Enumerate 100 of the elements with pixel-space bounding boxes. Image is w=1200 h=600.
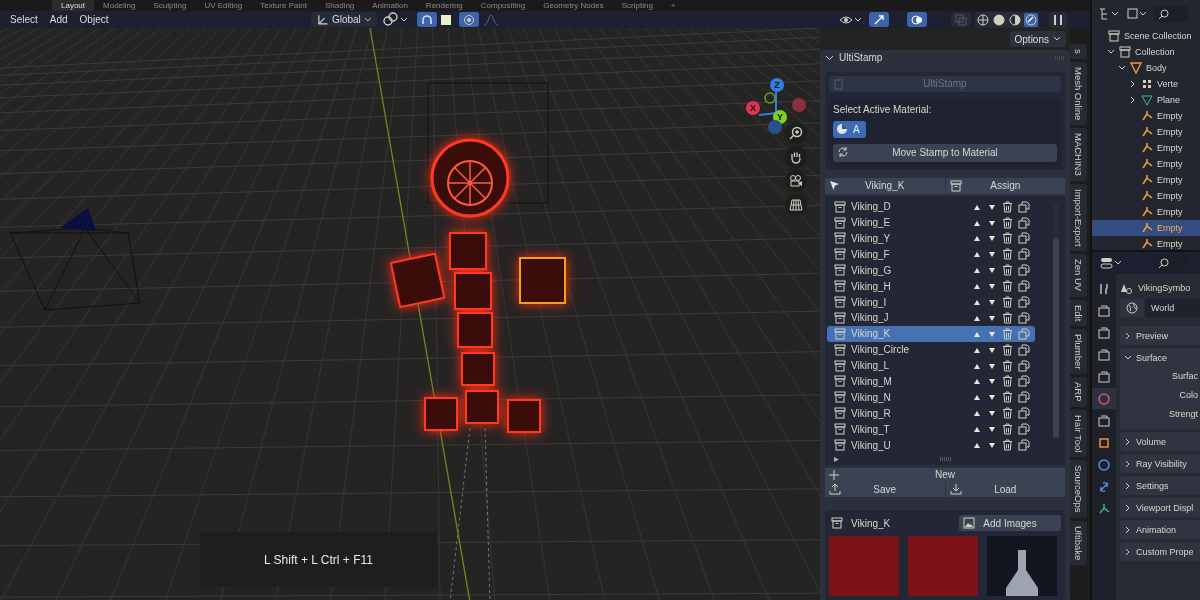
trash-icon[interactable] — [1002, 311, 1013, 324]
sidebar-tab[interactable]: ARP — [1070, 377, 1087, 407]
stamp-row[interactable]: Viking_E — [827, 214, 1035, 231]
duplicate-icon[interactable] — [1018, 216, 1030, 229]
trash-icon[interactable] — [1002, 423, 1013, 436]
drag-handle-icon[interactable] — [1055, 55, 1065, 60]
assign-button[interactable]: Assign — [945, 177, 1065, 194]
panel-header[interactable]: Viewport Displ — [1120, 498, 1200, 517]
duplicate-icon[interactable] — [1018, 343, 1030, 356]
sidebar-tab[interactable]: SourceOps — [1070, 460, 1087, 518]
world-browse-button[interactable] — [1120, 299, 1144, 317]
material-button[interactable]: A — [833, 120, 866, 138]
filter-icon[interactable] — [1126, 7, 1148, 21]
sidebar-tab[interactable]: s — [1070, 44, 1087, 59]
duplicate-icon[interactable] — [1018, 391, 1030, 404]
world-field[interactable]: World — [1145, 299, 1200, 317]
pan-button[interactable] — [785, 146, 807, 168]
panel-header[interactable]: Settings — [1120, 476, 1200, 495]
sidebar-tab[interactable]: Edit — [1070, 299, 1087, 326]
panel-header[interactable]: Animation — [1120, 520, 1200, 539]
outliner-row[interactable]: Empty — [1092, 140, 1200, 156]
new-stamp-button[interactable]: New — [825, 468, 1065, 481]
orientation-dropdown[interactable]: Global — [310, 12, 377, 27]
duplicate-icon[interactable] — [1018, 264, 1030, 277]
duplicate-icon[interactable] — [1018, 375, 1030, 388]
trash-icon[interactable] — [1002, 280, 1013, 293]
sidebar-tab[interactable]: Hair Tool — [1070, 409, 1087, 458]
pause-button[interactable] — [1048, 11, 1067, 28]
outliner-row[interactable]: Empty — [1092, 204, 1200, 220]
outliner-row[interactable]: Body — [1092, 60, 1200, 76]
duplicate-icon[interactable] — [1018, 232, 1030, 245]
trash-icon[interactable] — [1002, 296, 1013, 309]
stamp-row[interactable]: Viking_Y — [827, 230, 1035, 247]
outliner-row[interactable]: Collection — [1092, 44, 1200, 60]
sidebar-tab[interactable]: Ultibake — [1070, 520, 1087, 566]
workspace-tab[interactable]: UV Editing — [195, 0, 252, 11]
duplicate-icon[interactable] — [1018, 311, 1030, 324]
sidebar-tab[interactable]: Plumber — [1070, 329, 1087, 375]
proportional-toggle[interactable] — [458, 12, 479, 27]
properties-tab[interactable] — [1092, 388, 1116, 409]
resize-grip-icon[interactable] — [940, 457, 952, 461]
shading-mode-button[interactable] — [975, 12, 990, 27]
trash-icon[interactable] — [1002, 359, 1013, 372]
display-mode-icon[interactable] — [1098, 7, 1120, 21]
trash-icon[interactable] — [1002, 264, 1013, 277]
trash-icon[interactable] — [1002, 407, 1013, 420]
snap-target-swatch[interactable] — [440, 14, 451, 25]
stamp-row[interactable]: Viking_D — [827, 198, 1035, 215]
duplicate-icon[interactable] — [1018, 200, 1030, 213]
menu-item[interactable]: Add — [43, 14, 74, 25]
outliner-row[interactable]: Empty — [1092, 172, 1200, 188]
stamp-row[interactable]: Viking_M — [827, 373, 1035, 390]
scrollbar[interactable] — [1053, 203, 1059, 440]
axis-button[interactable]: X — [746, 101, 760, 115]
trash-icon[interactable] — [1002, 439, 1013, 452]
load-button[interactable]: Load — [945, 481, 1065, 497]
menu-item[interactable]: Object — [73, 14, 115, 25]
stamp-row[interactable]: Viking_H — [827, 278, 1035, 295]
gizmo-toggle[interactable] — [868, 12, 889, 27]
workspace-tab[interactable]: Geometry Nodes — [534, 0, 613, 11]
duplicate-icon[interactable] — [1018, 280, 1030, 293]
outliner-row[interactable]: Empty — [1092, 108, 1200, 124]
active-stamp-button[interactable]: Viking_K — [825, 177, 945, 194]
duplicate-icon[interactable] — [1018, 359, 1030, 372]
texture-thumbnail[interactable] — [829, 536, 899, 596]
shading-mode-button[interactable] — [991, 12, 1006, 27]
expand-triangle-icon[interactable] — [833, 455, 840, 463]
outliner-row[interactable]: Empty — [1092, 124, 1200, 140]
search-field[interactable] — [1154, 6, 1188, 22]
stamp-row[interactable]: Viking_R — [827, 405, 1035, 422]
panel-header[interactable]: Preview — [1120, 326, 1200, 345]
outliner-row[interactable]: Empty — [1092, 188, 1200, 204]
negative-axis-button[interactable] — [768, 120, 782, 134]
workspace-tab[interactable]: Sculpting — [144, 0, 196, 11]
outliner-row[interactable]: Plane — [1092, 92, 1200, 108]
sidebar-tab[interactable]: Zen UV — [1070, 254, 1087, 297]
workspace-tab[interactable]: Modeling — [94, 0, 145, 11]
xray-toggle[interactable] — [950, 12, 971, 27]
save-button[interactable]: Save — [825, 481, 945, 497]
panel-header[interactable]: Volume — [1120, 432, 1200, 451]
trash-icon[interactable] — [1002, 248, 1013, 261]
zoom-button[interactable] — [785, 122, 807, 144]
duplicate-icon[interactable] — [1018, 407, 1030, 420]
overlays-toggle[interactable] — [906, 12, 927, 27]
trash-icon[interactable] — [1002, 391, 1013, 404]
options-dropdown[interactable]: Options — [1009, 31, 1066, 47]
workspace-tab[interactable]: Texture Paint — [251, 0, 316, 11]
workspace-tab[interactable]: Rendering — [416, 0, 472, 11]
texture-thumbnail[interactable] — [908, 536, 978, 596]
camera-view-button[interactable] — [785, 170, 807, 192]
duplicate-icon[interactable] — [1018, 296, 1030, 309]
workspace-tab[interactable]: Scripting — [612, 0, 662, 11]
stamp-row[interactable]: Viking_L — [827, 357, 1035, 374]
panel-header[interactable]: Surface — [1120, 348, 1200, 367]
axis-button[interactable]: Z — [770, 78, 784, 92]
stamp-row[interactable]: Viking_Circle — [827, 341, 1035, 358]
trash-icon[interactable] — [1002, 216, 1013, 229]
sidebar-tab[interactable]: Import-Export — [1070, 183, 1087, 252]
trash-icon[interactable] — [1002, 232, 1013, 245]
panel-header[interactable]: Custom Prope — [1120, 542, 1200, 561]
